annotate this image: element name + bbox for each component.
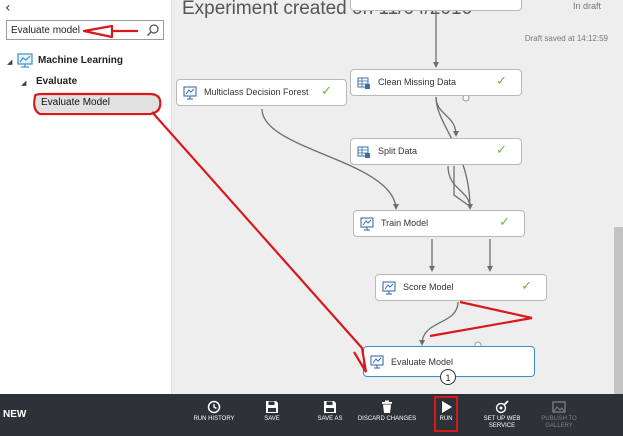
run-history-button[interactable]: RUN HISTORY	[191, 400, 237, 436]
trash-icon	[382, 400, 392, 413]
annotation-overlay	[33, 24, 533, 373]
save-as-icon	[324, 401, 336, 413]
save-icon	[266, 401, 278, 413]
run-highlight-annotation	[434, 396, 458, 432]
clock-icon	[207, 400, 221, 414]
set-up-web-service-button[interactable]: SET UP WEB SERVICE	[480, 400, 524, 436]
new-button[interactable]: NEW	[3, 409, 26, 420]
publish-to-gallery-button[interactable]: PUBLISH TO GALLERY	[538, 400, 580, 436]
save-button[interactable]: SAVE	[256, 400, 288, 436]
bottom-toolbar: NEW RUN HISTORY SAVE SAVE AS DISCARD CHA…	[0, 394, 623, 436]
save-as-button[interactable]: SAVE AS	[312, 400, 348, 436]
gallery-icon	[552, 401, 566, 413]
discard-changes-button[interactable]: DISCARD CHANGES	[356, 400, 418, 436]
web-service-icon	[495, 400, 509, 414]
